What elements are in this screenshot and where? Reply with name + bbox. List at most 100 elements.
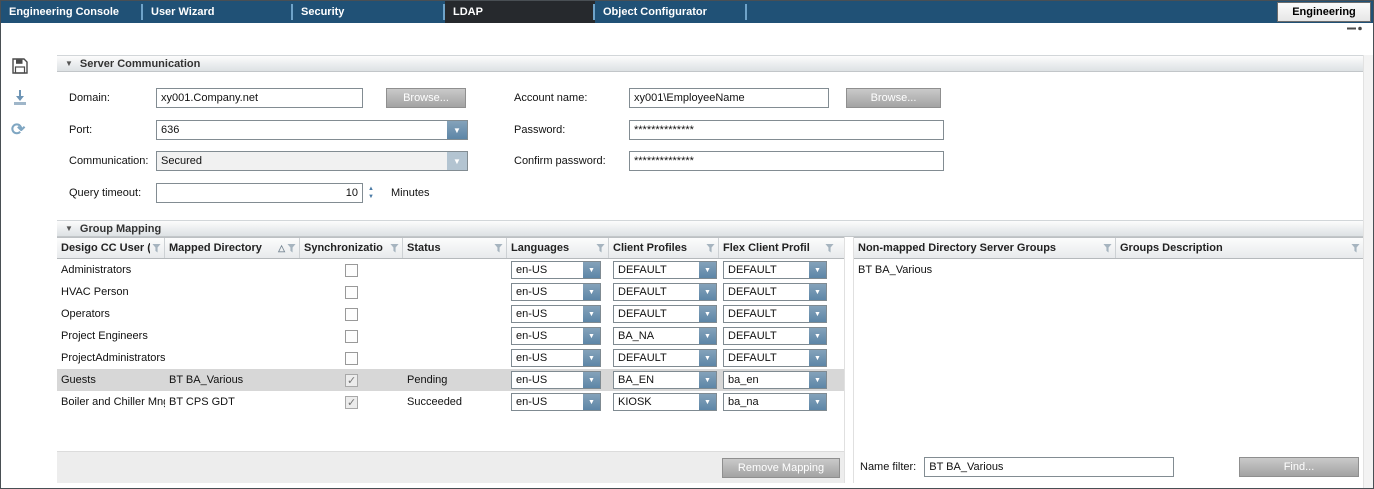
table-row[interactable]: HVAC Person en-US▼ DEFAULT▼ DEFAULT▼ (57, 281, 844, 303)
table-row[interactable]: Boiler and Chiller Mng BT CPS GDT Succee… (57, 391, 844, 413)
sync-checkbox[interactable] (345, 264, 358, 277)
engineering-mode-button[interactable]: Engineering (1277, 2, 1371, 22)
filter-icon[interactable] (1103, 244, 1112, 253)
col-header-languages[interactable]: Languages (507, 238, 609, 258)
sync-checkbox[interactable] (345, 308, 358, 321)
password-input[interactable] (629, 120, 944, 140)
sync-checkbox[interactable] (345, 396, 358, 409)
language-dropdown[interactable]: en-US▼ (511, 283, 601, 301)
group-mapping-header[interactable]: ▼ Group Mapping (57, 220, 1363, 237)
client-profile-dropdown[interactable]: KIOSK▼ (613, 393, 717, 411)
chevron-down-icon[interactable]: ▼ (699, 372, 716, 388)
filter-icon[interactable] (596, 244, 605, 253)
chevron-down-icon[interactable]: ▼ (809, 284, 826, 300)
flex-profile-dropdown[interactable]: ba_na▼ (723, 393, 827, 411)
chevron-down-icon[interactable]: ▼ (699, 284, 716, 300)
language-dropdown[interactable]: en-US▼ (511, 349, 601, 367)
flex-profile-dropdown[interactable]: DEFAULT▼ (723, 305, 827, 323)
chevron-down-icon[interactable]: ▼ (699, 350, 716, 366)
chevron-down-icon[interactable]: ▼ (447, 152, 467, 170)
remove-mapping-button[interactable]: Remove Mapping (722, 458, 840, 478)
sync-checkbox[interactable] (345, 286, 358, 299)
tab-user-wizard[interactable]: User Wizard (143, 1, 293, 23)
filter-icon[interactable] (825, 244, 834, 253)
flex-profile-dropdown[interactable]: DEFAULT▼ (723, 283, 827, 301)
col-header-client-profiles[interactable]: Client Profiles (609, 238, 719, 258)
sync-checkbox[interactable] (345, 352, 358, 365)
chevron-down-icon[interactable]: ▼ (583, 306, 600, 322)
domain-input[interactable] (156, 88, 363, 108)
scrollbar-track[interactable] (1363, 55, 1373, 488)
chevron-down-icon[interactable]: ▼ (809, 328, 826, 344)
tab-engineering-console[interactable]: Engineering Console (1, 1, 143, 23)
filter-icon[interactable] (1351, 244, 1360, 253)
pane-splitter[interactable] (845, 237, 854, 483)
collapse-icon[interactable]: ▼ (65, 224, 73, 233)
chevron-down-icon[interactable]: ▼ (699, 394, 716, 410)
server-communication-header[interactable]: ▼ Server Communication (57, 55, 1363, 72)
chevron-down-icon[interactable]: ▼ (809, 262, 826, 278)
filter-icon[interactable] (152, 244, 161, 253)
spinner-up-icon[interactable]: ▲ (365, 185, 377, 193)
language-dropdown[interactable]: en-US▼ (511, 261, 601, 279)
client-profile-dropdown[interactable]: DEFAULT▼ (613, 283, 717, 301)
col-header-flex-client-profiles[interactable]: Flex Client Profil (719, 238, 837, 258)
refresh-icon[interactable]: ⟳ (11, 121, 25, 138)
communication-dropdown[interactable]: Secured ▼ (156, 151, 468, 171)
chevron-down-icon[interactable]: ▼ (699, 328, 716, 344)
query-timeout-input[interactable] (156, 183, 363, 203)
chevron-down-icon[interactable]: ▼ (583, 372, 600, 388)
chevron-down-icon[interactable]: ▼ (583, 394, 600, 410)
client-profile-dropdown[interactable]: BA_NA▼ (613, 327, 717, 345)
save-icon[interactable] (11, 57, 29, 75)
spinner-down-icon[interactable]: ▼ (365, 193, 377, 201)
sort-ascending-icon[interactable]: △ (278, 243, 285, 254)
table-row[interactable]: Operators en-US▼ DEFAULT▼ DEFAULT▼ (57, 303, 844, 325)
col-header-groups-description[interactable]: Groups Description (1116, 238, 1363, 258)
col-header-synchronization[interactable]: Synchronizatio (300, 238, 403, 258)
client-profile-dropdown[interactable]: DEFAULT▼ (613, 261, 717, 279)
name-filter-input[interactable] (924, 457, 1174, 477)
chevron-down-icon[interactable]: ▼ (583, 262, 600, 278)
chevron-down-icon[interactable]: ▼ (583, 328, 600, 344)
chevron-down-icon[interactable]: ▼ (699, 306, 716, 322)
table-row[interactable]: BT BA_Various (854, 259, 1363, 281)
flex-profile-dropdown[interactable]: DEFAULT▼ (723, 349, 827, 367)
language-dropdown[interactable]: en-US▼ (511, 393, 601, 411)
filter-icon[interactable] (706, 244, 715, 253)
col-header-status[interactable]: Status (403, 238, 507, 258)
sync-checkbox[interactable] (345, 330, 358, 343)
flex-profile-dropdown[interactable]: DEFAULT▼ (723, 327, 827, 345)
sync-checkbox[interactable] (345, 374, 358, 387)
filter-icon[interactable] (390, 244, 399, 253)
collapse-icon[interactable]: ▼ (65, 59, 73, 68)
port-dropdown[interactable]: 636 ▼ (156, 120, 468, 140)
chevron-down-icon[interactable]: ▼ (583, 350, 600, 366)
table-row[interactable]: Project Engineers en-US▼ BA_NA▼ DEFAULT▼ (57, 325, 844, 347)
chevron-down-icon[interactable]: ▼ (809, 372, 826, 388)
domain-browse-button[interactable]: Browse... (386, 88, 466, 108)
tab-security[interactable]: Security (293, 1, 445, 23)
language-dropdown[interactable]: en-US▼ (511, 305, 601, 323)
pin-icon[interactable] (1347, 25, 1363, 32)
col-header-user[interactable]: Desigo CC User ( (57, 238, 165, 258)
chevron-down-icon[interactable]: ▼ (447, 121, 467, 139)
chevron-down-icon[interactable]: ▼ (583, 284, 600, 300)
tab-object-configurator[interactable]: Object Configurator (595, 1, 747, 23)
import-icon[interactable] (11, 89, 29, 107)
chevron-down-icon[interactable]: ▼ (809, 350, 826, 366)
language-dropdown[interactable]: en-US▼ (511, 327, 601, 345)
col-header-nonmapped-groups[interactable]: Non-mapped Directory Server Groups (854, 238, 1116, 258)
flex-profile-dropdown[interactable]: ba_en▼ (723, 371, 827, 389)
account-name-input[interactable] (629, 88, 829, 108)
chevron-down-icon[interactable]: ▼ (809, 306, 826, 322)
table-row[interactable]: Administrators en-US▼ DEFAULT▼ DEFAULT▼ (57, 259, 844, 281)
table-row[interactable]: ProjectAdministrators en-US▼ DEFAULT▼ DE… (57, 347, 844, 369)
flex-profile-dropdown[interactable]: DEFAULT▼ (723, 261, 827, 279)
chevron-down-icon[interactable]: ▼ (809, 394, 826, 410)
col-header-mapped-directory[interactable]: Mapped Directory △ (165, 238, 300, 258)
table-row[interactable]: Guests BT BA_Various Pending en-US▼ BA_E… (57, 369, 844, 391)
account-browse-button[interactable]: Browse... (846, 88, 941, 108)
filter-icon[interactable] (287, 244, 296, 253)
client-profile-dropdown[interactable]: BA_EN▼ (613, 371, 717, 389)
